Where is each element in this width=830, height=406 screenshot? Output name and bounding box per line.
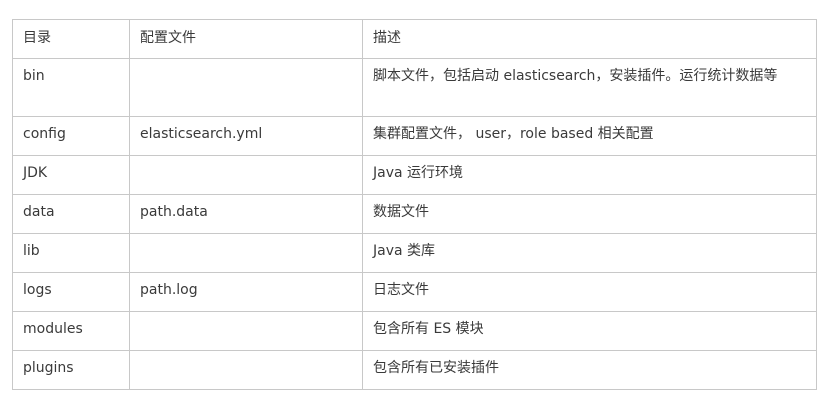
cell-config-file [129, 311, 363, 351]
table-row: JDK Java 运行环境 [12, 155, 817, 195]
directory-table-container: 目录 配置文件 描述 bin 脚本文件，包括启动 elasticsearch，安… [12, 19, 817, 390]
cell-config-file [129, 350, 363, 390]
cell-description: 包含所有 ES 模块 [362, 311, 817, 351]
cell-config-file [129, 233, 363, 273]
table-header-row: 目录 配置文件 描述 [12, 19, 817, 59]
header-description: 描述 [362, 19, 817, 59]
cell-description: Java 运行环境 [362, 155, 817, 195]
cell-description: 数据文件 [362, 194, 817, 234]
cell-directory: modules [12, 311, 130, 351]
cell-directory: logs [12, 272, 130, 312]
header-config-file: 配置文件 [129, 19, 363, 59]
cell-directory: JDK [12, 155, 130, 195]
cell-config-file: path.log [129, 272, 363, 312]
cell-directory: lib [12, 233, 130, 273]
cell-description: Java 类库 [362, 233, 817, 273]
cell-directory: plugins [12, 350, 130, 390]
header-directory: 目录 [12, 19, 130, 59]
cell-config-file: path.data [129, 194, 363, 234]
cell-description: 包含所有已安装插件 [362, 350, 817, 390]
table-row: plugins 包含所有已安装插件 [12, 350, 817, 390]
table-row: lib Java 类库 [12, 233, 817, 273]
cell-description: 脚本文件，包括启动 elasticsearch，安装插件。运行统计数据等 [362, 58, 817, 117]
cell-directory: bin [12, 58, 130, 117]
cell-directory: config [12, 116, 130, 156]
cell-config-file [129, 58, 363, 117]
table-row: data path.data 数据文件 [12, 194, 817, 234]
cell-description: 日志文件 [362, 272, 817, 312]
directory-table: 目录 配置文件 描述 bin 脚本文件，包括启动 elasticsearch，安… [12, 19, 817, 390]
cell-config-file [129, 155, 363, 195]
cell-config-file: elasticsearch.yml [129, 116, 363, 156]
table-row: bin 脚本文件，包括启动 elasticsearch，安装插件。运行统计数据等 [12, 58, 817, 117]
table-row: modules 包含所有 ES 模块 [12, 311, 817, 351]
cell-description: 集群配置文件， user，role based 相关配置 [362, 116, 817, 156]
table-row: config elasticsearch.yml 集群配置文件， user，ro… [12, 116, 817, 156]
cell-directory: data [12, 194, 130, 234]
table-row: logs path.log 日志文件 [12, 272, 817, 312]
